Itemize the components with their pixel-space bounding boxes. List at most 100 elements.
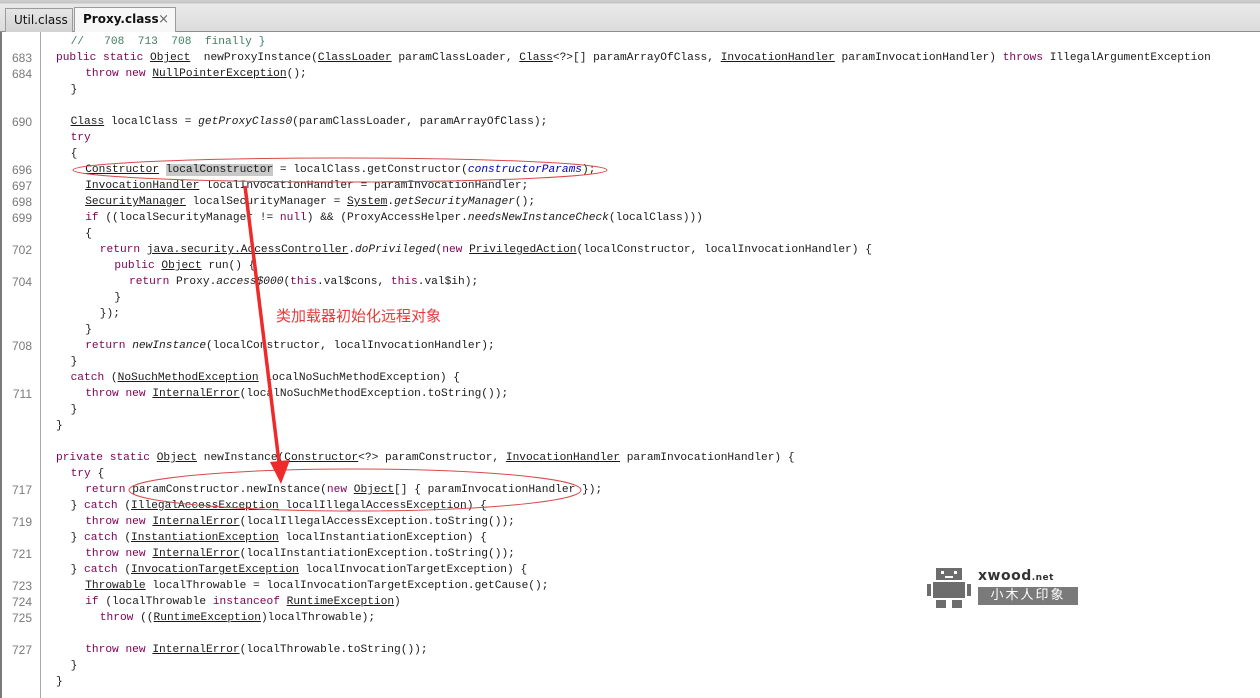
- code-token: newInstance(: [197, 452, 285, 464]
- code-text: } catch (IllegalAccessException localIll…: [71, 498, 487, 514]
- code-token: ) && (ProxyAccessHelper.: [306, 212, 468, 224]
- keyword-token: public static: [56, 52, 150, 64]
- code-line: }: [2, 290, 1260, 306]
- type-link[interactable]: Class: [519, 52, 553, 64]
- code-text: catch (NoSuchMethodException localNoSuch…: [71, 370, 460, 386]
- keyword-token: throws: [1002, 52, 1043, 64]
- code-token: }: [70, 356, 78, 368]
- type-link[interactable]: SecurityManager: [85, 196, 186, 208]
- code-line: try {: [2, 466, 1260, 482]
- type-link[interactable]: Object: [354, 484, 394, 496]
- type-link[interactable]: RuntimeException: [154, 612, 261, 624]
- selected-token: localConstructor: [165, 164, 274, 176]
- code-token: ((localSecurityManager !=: [98, 212, 280, 224]
- code-token: IllegalArgumentException: [1042, 52, 1211, 64]
- type-link[interactable]: PrivilegedAction: [469, 244, 576, 256]
- code-token: }: [56, 676, 63, 688]
- code-token: (: [117, 532, 132, 544]
- code-token: ): [394, 596, 401, 608]
- line-number: 690: [11, 115, 32, 129]
- tab-proxy-class[interactable]: Proxy.class ×: [74, 7, 176, 33]
- code-text: }: [71, 402, 78, 418]
- code-text: }: [71, 354, 78, 370]
- type-link[interactable]: Object: [161, 260, 201, 272]
- code-line: });: [2, 306, 1260, 322]
- code-token: localInvocationTargetException) {: [298, 564, 528, 576]
- code-token: }: [56, 420, 63, 432]
- code-line: public Object run() {: [2, 258, 1260, 274]
- code-token: (localThrowable: [98, 596, 213, 608]
- watermark-cn: 小木人印象: [978, 587, 1078, 605]
- code-line: {: [2, 146, 1260, 162]
- code-token: (: [117, 564, 132, 576]
- type-link[interactable]: InvocationHandler: [85, 180, 199, 192]
- code-text: throw new InternalError(localNoSuchMetho…: [85, 386, 508, 402]
- code-token: paramInvocationHandler) {: [620, 452, 795, 464]
- code-text: public static Object newProxyInstance(Cl…: [56, 50, 1211, 66]
- code-text: }: [85, 322, 92, 338]
- type-link[interactable]: Object: [157, 452, 197, 464]
- keyword-token: catch: [84, 564, 118, 576]
- method-token: needsNewInstanceCheck: [467, 212, 609, 224]
- tab-util-class[interactable]: Util.class: [5, 8, 73, 32]
- method-token: doPrivileged: [354, 244, 436, 256]
- code-text: throw new NullPointerException();: [85, 66, 307, 82]
- code-text: if ((localSecurityManager != null) && (P…: [85, 210, 703, 226]
- type-link[interactable]: java.security.AccessController: [147, 244, 348, 256]
- code-text: Class localClass = getProxyClass0(paramC…: [71, 114, 548, 130]
- code-line: 717 return paramConstructor.newInstance(n…: [2, 482, 1260, 498]
- code-text: if (localThrowable instanceof RuntimeExc…: [85, 594, 401, 610]
- tab-label: Util.class: [14, 13, 68, 27]
- type-link[interactable]: InternalError: [152, 548, 239, 560]
- code-line: 704 return Proxy.access$000(this.val$cons…: [2, 274, 1260, 290]
- keyword-token: throw new: [85, 516, 153, 528]
- keyword-token: throw new: [85, 644, 153, 656]
- type-link[interactable]: NullPointerException: [152, 68, 286, 80]
- code-line: 719 throw new InternalError(localIllegalA…: [2, 514, 1260, 530]
- type-link[interactable]: Constructor: [284, 452, 358, 464]
- type-link[interactable]: NoSuchMethodException: [118, 372, 259, 384]
- type-link[interactable]: InstantiationException: [131, 532, 279, 544]
- code-line: {: [2, 226, 1260, 242]
- code-token: localNoSuchMethodException) {: [258, 372, 461, 384]
- code-text: SecurityManager localSecurityManager = S…: [85, 194, 535, 210]
- type-link[interactable]: InternalError: [152, 388, 239, 400]
- code-token: ((: [133, 612, 154, 624]
- line-number: 721: [11, 547, 32, 561]
- keyword-token: catch: [70, 372, 105, 384]
- type-link[interactable]: Object: [150, 52, 190, 64]
- type-link[interactable]: Class: [71, 116, 105, 128]
- type-link[interactable]: System: [347, 196, 387, 208]
- keyword-token: new: [442, 244, 470, 256]
- code-text: } catch (InstantiationException localIns…: [71, 530, 487, 546]
- method-token: newInstance: [132, 340, 207, 352]
- type-link[interactable]: RuntimeException: [287, 596, 394, 608]
- code-token: (localInstantiationException.toString())…: [239, 548, 515, 560]
- close-icon[interactable]: ×: [158, 9, 169, 31]
- type-link[interactable]: InternalError: [152, 516, 239, 528]
- line-number: 702: [11, 243, 32, 257]
- code-text: try {: [71, 466, 105, 482]
- type-link[interactable]: InternalError: [152, 644, 239, 656]
- code-token: paramInvocationHandler): [834, 52, 1003, 64]
- type-link[interactable]: InvocationHandler: [506, 452, 620, 464]
- code-line: 683 public static Object newProxyInstance…: [2, 50, 1260, 66]
- type-link[interactable]: IllegalAccessException: [131, 500, 279, 512]
- type-link[interactable]: ClassLoader: [318, 52, 392, 64]
- code-text: } catch (InvocationTargetException local…: [71, 562, 528, 578]
- type-link[interactable]: InvocationHandler: [721, 52, 835, 64]
- type-link[interactable]: Constructor: [85, 164, 159, 176]
- keyword-token: catch: [84, 500, 118, 512]
- keyword-token: null: [279, 212, 307, 224]
- code-token: <?> paramConstructor,: [358, 452, 506, 464]
- code-line: try: [2, 130, 1260, 146]
- code-line: }: [2, 354, 1260, 370]
- code-line: }: [2, 674, 1260, 690]
- type-link[interactable]: InvocationTargetException: [131, 564, 299, 576]
- code-token: run() {: [201, 260, 256, 272]
- type-link[interactable]: Throwable: [85, 580, 145, 592]
- code-token: localSecurityManager =: [185, 196, 348, 208]
- code-line: } catch (InstantiationException localIns…: [2, 530, 1260, 546]
- code-token: (localClass))): [608, 212, 703, 224]
